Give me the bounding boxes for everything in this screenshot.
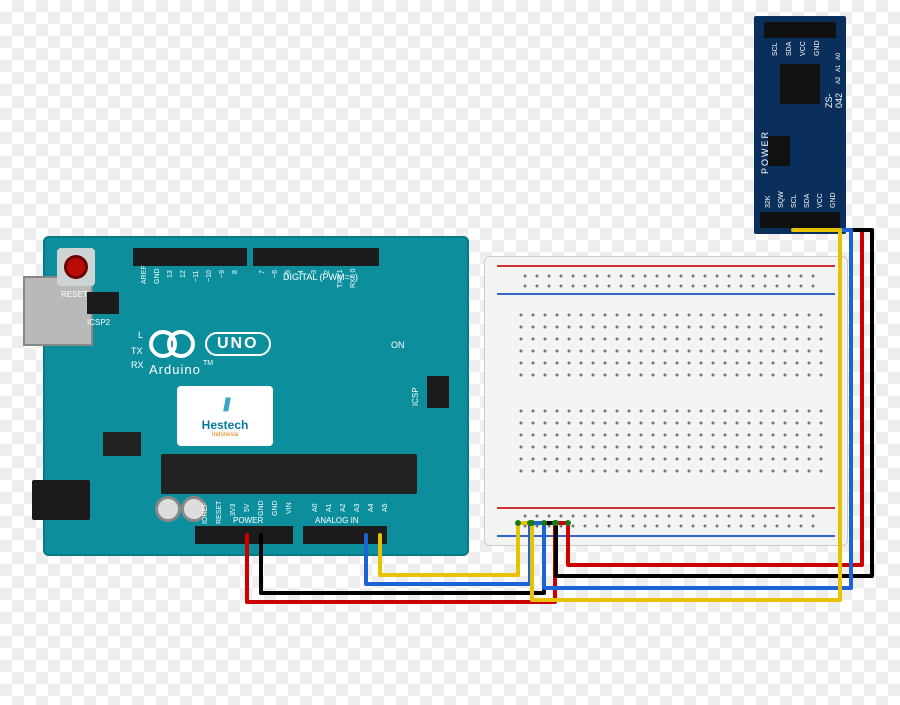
arduino-board: RESET ICSP2 DIGITAL (PWM=~) AREF GND 13 …: [43, 236, 469, 556]
pin-a4: A4: [368, 503, 375, 512]
watermark-brand: Hestech: [202, 418, 249, 432]
pin-d10: ~10: [206, 270, 213, 282]
rtc-pin-scl: SCL: [791, 194, 798, 208]
pin-5v: 5V: [244, 503, 251, 512]
pin-d8: 8: [232, 270, 239, 274]
pin-reset: RESET: [216, 501, 223, 524]
rtc-header-bottom: [760, 212, 840, 228]
pin-d13: 13: [167, 270, 174, 278]
watermark: //// Hestech Indonesia: [177, 386, 273, 446]
rtc-pin-gnd: GND: [830, 192, 837, 208]
usb-port: [23, 276, 93, 346]
icsp2-header: [87, 292, 119, 314]
reset-label: RESET: [61, 290, 88, 299]
rtc-addr-a1: A1: [836, 65, 842, 72]
watermark-subtitle: Indonesia: [212, 432, 238, 438]
pin-3v3: 3V3: [230, 504, 237, 516]
pin-rx0: RX0 0: [350, 269, 357, 288]
capacitor-1: [155, 496, 181, 522]
rtc-model-label: ZS-042: [824, 86, 844, 108]
rtc-pin-scl-top: SCL: [772, 42, 779, 56]
digital-section-label: DIGITAL (PWM=~): [283, 272, 358, 282]
rtc-pin-sda: SDA: [804, 194, 811, 208]
pin-d9: ~9: [219, 270, 226, 278]
pin-gnd-d: GND: [154, 268, 161, 284]
pin-gnd2: GND: [272, 500, 279, 516]
power-jack: [32, 480, 90, 520]
bb-rail-top-pos: [497, 265, 835, 267]
pin-a3: A3: [354, 503, 361, 512]
icsp-label: ICSP: [411, 387, 420, 406]
pin-d11: ~11: [193, 271, 200, 282]
rtc-header-top: [764, 22, 836, 38]
infinity-icon: [149, 332, 195, 356]
pin-a0: A0: [312, 503, 319, 512]
tm-mark: TM: [203, 360, 213, 367]
pin-d7: 7: [259, 270, 266, 274]
led-tx-label: TX: [131, 346, 143, 356]
pin-d12: 12: [180, 270, 187, 278]
pin-gnd1: GND: [258, 500, 265, 516]
rtc-module: SCL SDA VCC GND A0 A1 A2 32K SQW SCL SDA…: [754, 16, 846, 234]
rtc-power-label: POWER: [760, 130, 770, 174]
rtc-addr-a2: A2: [836, 77, 842, 84]
bb-holes-rail-bottom: [517, 509, 817, 529]
atmega-chip: [161, 454, 417, 494]
icsp2-label: ICSP2: [87, 318, 110, 327]
bb-rail-bot-neg: [497, 535, 835, 537]
rtc-pin-gnd-top: GND: [814, 40, 821, 56]
rtc-pin-vcc-top: VCC: [800, 41, 807, 56]
pin-aref: AREF: [141, 265, 148, 284]
pin-a2: A2: [340, 503, 347, 512]
bb-holes-rail-top: [517, 269, 817, 289]
rtc-addr-a0: A0: [836, 53, 842, 60]
pin-ioref: IOREF: [202, 503, 209, 524]
rtc-pin-sda-top: SDA: [786, 42, 793, 56]
power-header: [195, 526, 293, 544]
pin-a5: A5: [382, 503, 389, 512]
pin-a1: A1: [326, 503, 333, 512]
bb-holes-lower: [513, 403, 829, 475]
icsp-header: [427, 376, 449, 408]
bb-rail-top-neg: [497, 293, 835, 295]
bb-holes-upper: [513, 307, 829, 379]
pin-vin: VIN: [286, 502, 293, 514]
pin-d2: 2: [324, 270, 331, 274]
rtc-eeprom-chip: [768, 136, 790, 166]
breadboard: [484, 256, 848, 546]
pin-d3: ~3: [311, 270, 318, 278]
reset-button[interactable]: [57, 248, 95, 286]
watermark-stripes-icon: ////: [223, 395, 227, 416]
rtc-pin-32k: 32K: [765, 196, 772, 208]
led-l-label: L: [138, 330, 143, 340]
arduino-wordmark: Arduino: [149, 362, 201, 377]
analog-header: [303, 526, 387, 544]
voltage-regulator: [103, 432, 141, 456]
digital-header-left: [133, 248, 247, 266]
pin-d4: 4: [298, 270, 305, 274]
pin-d5: ~5: [285, 270, 292, 278]
power-section-label: POWER: [233, 516, 263, 525]
rtc-pin-sqw: SQW: [778, 191, 785, 208]
analog-section-label: ANALOG IN: [315, 516, 359, 525]
rtc-ds3231-chip: [780, 64, 820, 104]
rtc-pin-vcc: VCC: [817, 193, 824, 208]
pin-tx0: TX0 1: [337, 269, 344, 288]
bb-rail-bot-pos: [497, 507, 835, 509]
uno-badge: UNO: [205, 332, 271, 356]
digital-header-right: [253, 248, 379, 266]
on-led-label: ON: [391, 340, 405, 350]
pin-d6: ~6: [272, 270, 279, 278]
led-rx-label: RX: [131, 360, 144, 370]
board-branding: UNO: [149, 332, 271, 356]
